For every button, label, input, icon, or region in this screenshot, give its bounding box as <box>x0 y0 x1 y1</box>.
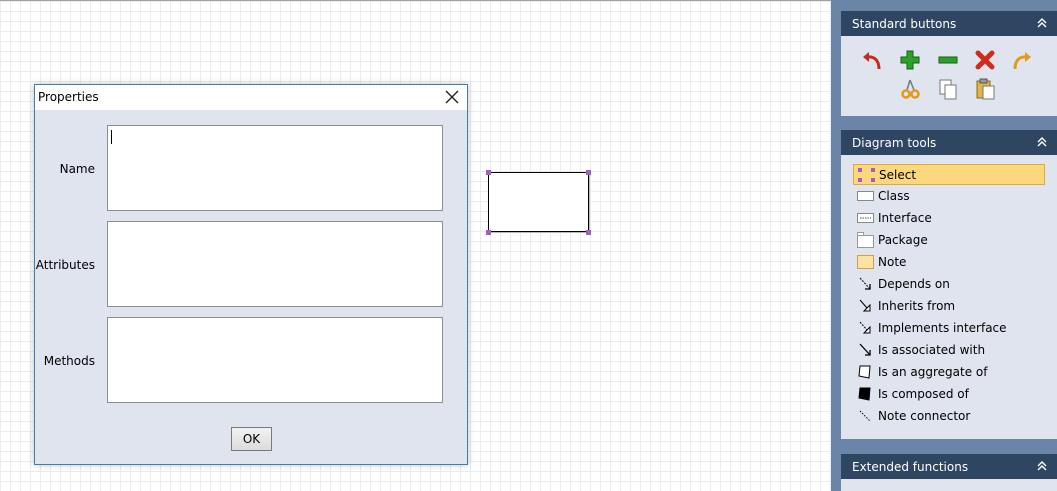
tool-package[interactable]: Package <box>853 230 1045 251</box>
resize-handle-tr[interactable] <box>586 170 591 175</box>
undo-icon[interactable] <box>861 49 883 71</box>
tool-label: Is associated with <box>878 343 986 357</box>
tool-label: Depends on <box>878 277 950 291</box>
collapse-icon[interactable] <box>1035 458 1049 474</box>
extended-functions-section: Extended functions <box>841 454 1057 491</box>
collapse-icon[interactable] <box>1035 15 1049 31</box>
diagram-tools-body: Select Class Interface Package Note Depe… <box>841 155 1057 439</box>
tool-label: Is an aggregate of <box>878 365 988 379</box>
tool-label: Class <box>878 189 910 203</box>
diagram-tools-title: Diagram tools <box>852 136 937 150</box>
attributes-field[interactable] <box>107 221 443 307</box>
association-arrow-icon <box>859 343 871 356</box>
tool-is-an-aggregate-of[interactable]: Is an aggregate of <box>853 362 1045 383</box>
tool-is-associated-with[interactable]: Is associated with <box>853 340 1045 361</box>
class-icon <box>857 191 874 201</box>
redo-icon[interactable] <box>1011 49 1033 71</box>
tool-label: Select <box>879 168 917 182</box>
name-field[interactable] <box>107 125 443 211</box>
tool-inherits-from[interactable]: Inherits from <box>853 296 1045 317</box>
remove-icon[interactable] <box>937 49 959 71</box>
note-icon <box>857 255 874 269</box>
tool-is-composed-of[interactable]: Is composed of <box>853 384 1045 405</box>
tool-label: Implements interface <box>878 321 1007 335</box>
tools-panel: Standard buttons Diagram tools Select Cl… <box>831 0 1057 491</box>
composition-icon <box>858 387 871 401</box>
methods-field[interactable] <box>107 317 443 403</box>
tool-select[interactable]: Select <box>853 164 1045 185</box>
tool-label: Note <box>878 255 907 269</box>
tool-label: Interface <box>878 211 932 225</box>
depends-arrow-icon <box>859 277 871 290</box>
resize-handle-tl[interactable] <box>486 170 491 175</box>
diagram-tools-header[interactable]: Diagram tools <box>841 130 1057 155</box>
name-label: Name <box>59 162 95 176</box>
tool-label: Inherits from <box>878 299 956 313</box>
tool-class[interactable]: Class <box>853 186 1045 207</box>
standard-buttons-header[interactable]: Standard buttons <box>841 11 1057 36</box>
tool-label: Note connector <box>878 409 971 423</box>
tool-label: Is composed of <box>878 387 969 401</box>
dialog-title: Properties <box>38 90 99 104</box>
extended-functions-header[interactable]: Extended functions <box>841 454 1057 479</box>
paste-icon[interactable] <box>974 78 996 100</box>
delete-icon[interactable] <box>974 49 996 71</box>
close-icon[interactable] <box>443 88 461 106</box>
tool-label: Package <box>878 233 928 247</box>
extended-functions-body <box>841 479 1057 491</box>
properties-dialog: Properties Name Attributes Methods OK <box>34 84 468 465</box>
standard-buttons-section: Standard buttons <box>841 11 1057 116</box>
standard-buttons-title: Standard buttons <box>852 17 957 31</box>
ok-button[interactable]: OK <box>231 427 272 451</box>
extended-functions-title: Extended functions <box>852 460 969 474</box>
tool-depends-on[interactable]: Depends on <box>853 274 1045 295</box>
class-node[interactable] <box>488 172 589 232</box>
text-caret <box>111 130 112 144</box>
tool-implements-interface[interactable]: Implements interface <box>853 318 1045 339</box>
collapse-icon[interactable] <box>1035 134 1049 150</box>
package-icon <box>857 232 874 248</box>
tool-note[interactable]: Note <box>853 252 1045 273</box>
copy-icon[interactable] <box>937 78 959 100</box>
resize-handle-bl[interactable] <box>486 230 491 235</box>
attributes-label: Attributes <box>35 258 95 272</box>
aggregate-icon <box>858 365 871 379</box>
add-icon[interactable] <box>899 49 921 71</box>
select-icon <box>858 168 875 182</box>
dialog-title-bar[interactable]: Properties <box>35 85 467 110</box>
tool-interface[interactable]: Interface <box>853 208 1045 229</box>
note-connector-icon <box>859 410 871 422</box>
inherits-arrow-icon <box>859 299 871 312</box>
cut-icon[interactable] <box>899 78 921 100</box>
standard-buttons-body <box>841 36 1057 116</box>
resize-handle-br[interactable] <box>586 230 591 235</box>
methods-label: Methods <box>43 354 95 368</box>
interface-icon <box>857 213 874 223</box>
implements-arrow-icon <box>859 321 871 334</box>
tool-note-connector[interactable]: Note connector <box>853 406 1045 427</box>
diagram-tools-section: Diagram tools Select Class Interface Pac… <box>841 130 1057 439</box>
